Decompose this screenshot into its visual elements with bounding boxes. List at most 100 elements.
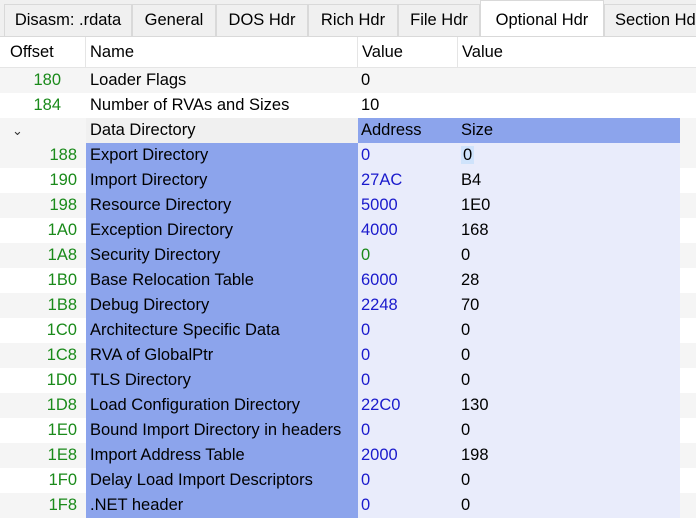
table-row[interactable]: 1F0 Delay Load Import Descriptors 0 0 — [0, 468, 696, 493]
row-size[interactable]: 130 — [458, 393, 680, 418]
tab-general[interactable]: General — [132, 4, 216, 36]
row-address[interactable]: 2248 — [358, 293, 458, 318]
row-offset: 1B8 — [47, 296, 77, 314]
row-name: Exception Directory — [86, 218, 358, 243]
row-name: Number of RVAs and Sizes — [90, 96, 290, 114]
row-name: Bound Import Directory in headers — [86, 418, 358, 443]
table-row[interactable]: 184 Number of RVAs and Sizes 10 — [0, 93, 696, 118]
tab-bar: Disasm: .rdata General DOS Hdr Rich Hdr … — [0, 0, 696, 37]
row-name: Import Address Table — [86, 443, 358, 468]
row-size[interactable]: 0 — [458, 493, 680, 518]
row-name: Debug Directory — [86, 293, 358, 318]
row-size[interactable]: 0 — [458, 418, 680, 443]
table-row[interactable]: 1B0 Base Relocation Table 6000 28 — [0, 268, 696, 293]
row-name: Base Relocation Table — [86, 268, 358, 293]
row-address[interactable]: 0 — [358, 418, 458, 443]
row-offset: 180 — [33, 71, 61, 89]
row-offset: 198 — [49, 196, 77, 214]
table-row[interactable]: 1C8 RVA of GlobalPtr 0 0 — [0, 343, 696, 368]
table-row[interactable]: 1B8 Debug Directory 2248 70 — [0, 293, 696, 318]
row-size[interactable]: 0 — [458, 143, 680, 168]
row-address[interactable]: 6000 — [358, 268, 458, 293]
focused-cell[interactable]: 0 — [461, 146, 475, 164]
data-directory-row[interactable]: ⌄ Data Directory Address Size — [0, 118, 696, 143]
column-header-value[interactable]: Value — [358, 37, 458, 67]
row-offset: 1B0 — [47, 271, 77, 289]
chevron-down-icon[interactable]: ⌄ — [12, 118, 23, 143]
table-row[interactable]: 1C0 Architecture Specific Data 0 0 — [0, 318, 696, 343]
row-size[interactable]: 0 — [458, 468, 680, 493]
row-value: 0 — [361, 71, 371, 89]
table-row[interactable]: 1A8 Security Directory 0 0 — [0, 243, 696, 268]
row-offset: 1A0 — [47, 221, 77, 239]
size-header: Size — [458, 118, 680, 143]
row-size[interactable]: B4 — [458, 168, 680, 193]
row-size[interactable]: 0 — [458, 318, 680, 343]
row-address[interactable]: 22C0 — [358, 393, 458, 418]
column-header: Offset Name Value Value — [0, 37, 696, 68]
table-row[interactable]: 1A0 Exception Directory 4000 168 — [0, 218, 696, 243]
row-name: Import Directory — [86, 168, 358, 193]
data-directory-label: Data Directory — [86, 118, 358, 143]
tab-section-hdr[interactable]: Section Hd — [604, 4, 696, 36]
row-size[interactable]: 198 — [458, 443, 680, 468]
table-row[interactable]: 180 Loader Flags 0 — [0, 68, 696, 93]
row-size[interactable]: 0 — [458, 243, 680, 268]
row-offset: 1E0 — [47, 421, 77, 439]
table-row[interactable]: 1F8 .NET header 0 0 — [0, 493, 696, 518]
table-row[interactable]: 1D0 TLS Directory 0 0 — [0, 368, 696, 393]
tab-optional-hdr[interactable]: Optional Hdr — [480, 0, 604, 36]
table-row[interactable]: 1E8 Import Address Table 2000 198 — [0, 443, 696, 468]
row-name: RVA of GlobalPtr — [86, 343, 358, 368]
row-name: Resource Directory — [86, 193, 358, 218]
column-header-offset[interactable]: Offset — [0, 37, 86, 67]
row-name: Export Directory — [86, 143, 358, 168]
address-header: Address — [358, 118, 458, 143]
row-address[interactable]: 0 — [358, 318, 458, 343]
row-address[interactable]: 0 — [358, 368, 458, 393]
column-header-name[interactable]: Name — [86, 37, 358, 67]
row-address[interactable]: 0 — [358, 243, 458, 268]
row-address[interactable]: 5000 — [358, 193, 458, 218]
row-size[interactable]: 70 — [458, 293, 680, 318]
row-size[interactable]: 28 — [458, 268, 680, 293]
tab-disasm-rdata[interactable]: Disasm: .rdata — [4, 4, 132, 36]
row-size[interactable]: 1E0 — [458, 193, 680, 218]
row-offset: 1C0 — [46, 321, 77, 339]
row-offset: 1D0 — [46, 371, 77, 389]
table-row[interactable]: 190 Import Directory 27AC B4 — [0, 168, 696, 193]
row-address[interactable]: 0 — [358, 493, 458, 518]
row-offset: 1F8 — [48, 496, 77, 514]
row-address[interactable]: 0 — [358, 468, 458, 493]
row-name: Security Directory — [86, 243, 358, 268]
row-name: Architecture Specific Data — [86, 318, 358, 343]
table-row[interactable]: 1D8 Load Configuration Directory 22C0 130 — [0, 393, 696, 418]
row-name: Load Configuration Directory — [86, 393, 358, 418]
row-address[interactable]: 27AC — [358, 168, 458, 193]
row-name: TLS Directory — [86, 368, 358, 393]
row-offset: 190 — [49, 171, 77, 189]
table-row[interactable]: 188 Export Directory 0 0 — [0, 143, 696, 168]
row-size[interactable]: 168 — [458, 218, 680, 243]
row-size[interactable]: 0 — [458, 368, 680, 393]
tab-file-hdr[interactable]: File Hdr — [398, 4, 480, 36]
row-offset: 184 — [33, 96, 61, 114]
row-offset: 1C8 — [46, 346, 77, 364]
row-address[interactable]: 2000 — [358, 443, 458, 468]
tab-dos-hdr[interactable]: DOS Hdr — [216, 4, 308, 36]
row-address[interactable]: 0 — [358, 343, 458, 368]
row-offset: 1E8 — [47, 446, 77, 464]
column-header-value-2[interactable]: Value — [458, 37, 696, 67]
row-offset: 1A8 — [47, 246, 77, 264]
table-row[interactable]: 198 Resource Directory 5000 1E0 — [0, 193, 696, 218]
row-offset: 1F0 — [48, 471, 77, 489]
row-address[interactable]: 4000 — [358, 218, 458, 243]
tab-rich-hdr[interactable]: Rich Hdr — [308, 4, 398, 36]
row-value: 10 — [361, 96, 380, 114]
row-offset: 1D8 — [46, 396, 77, 414]
row-address[interactable]: 0 — [358, 143, 458, 168]
table-row[interactable]: 1E0 Bound Import Directory in headers 0 0 — [0, 418, 696, 443]
row-offset: 188 — [49, 146, 77, 164]
row-size[interactable]: 0 — [458, 343, 680, 368]
row-name: Delay Load Import Descriptors — [86, 468, 358, 493]
